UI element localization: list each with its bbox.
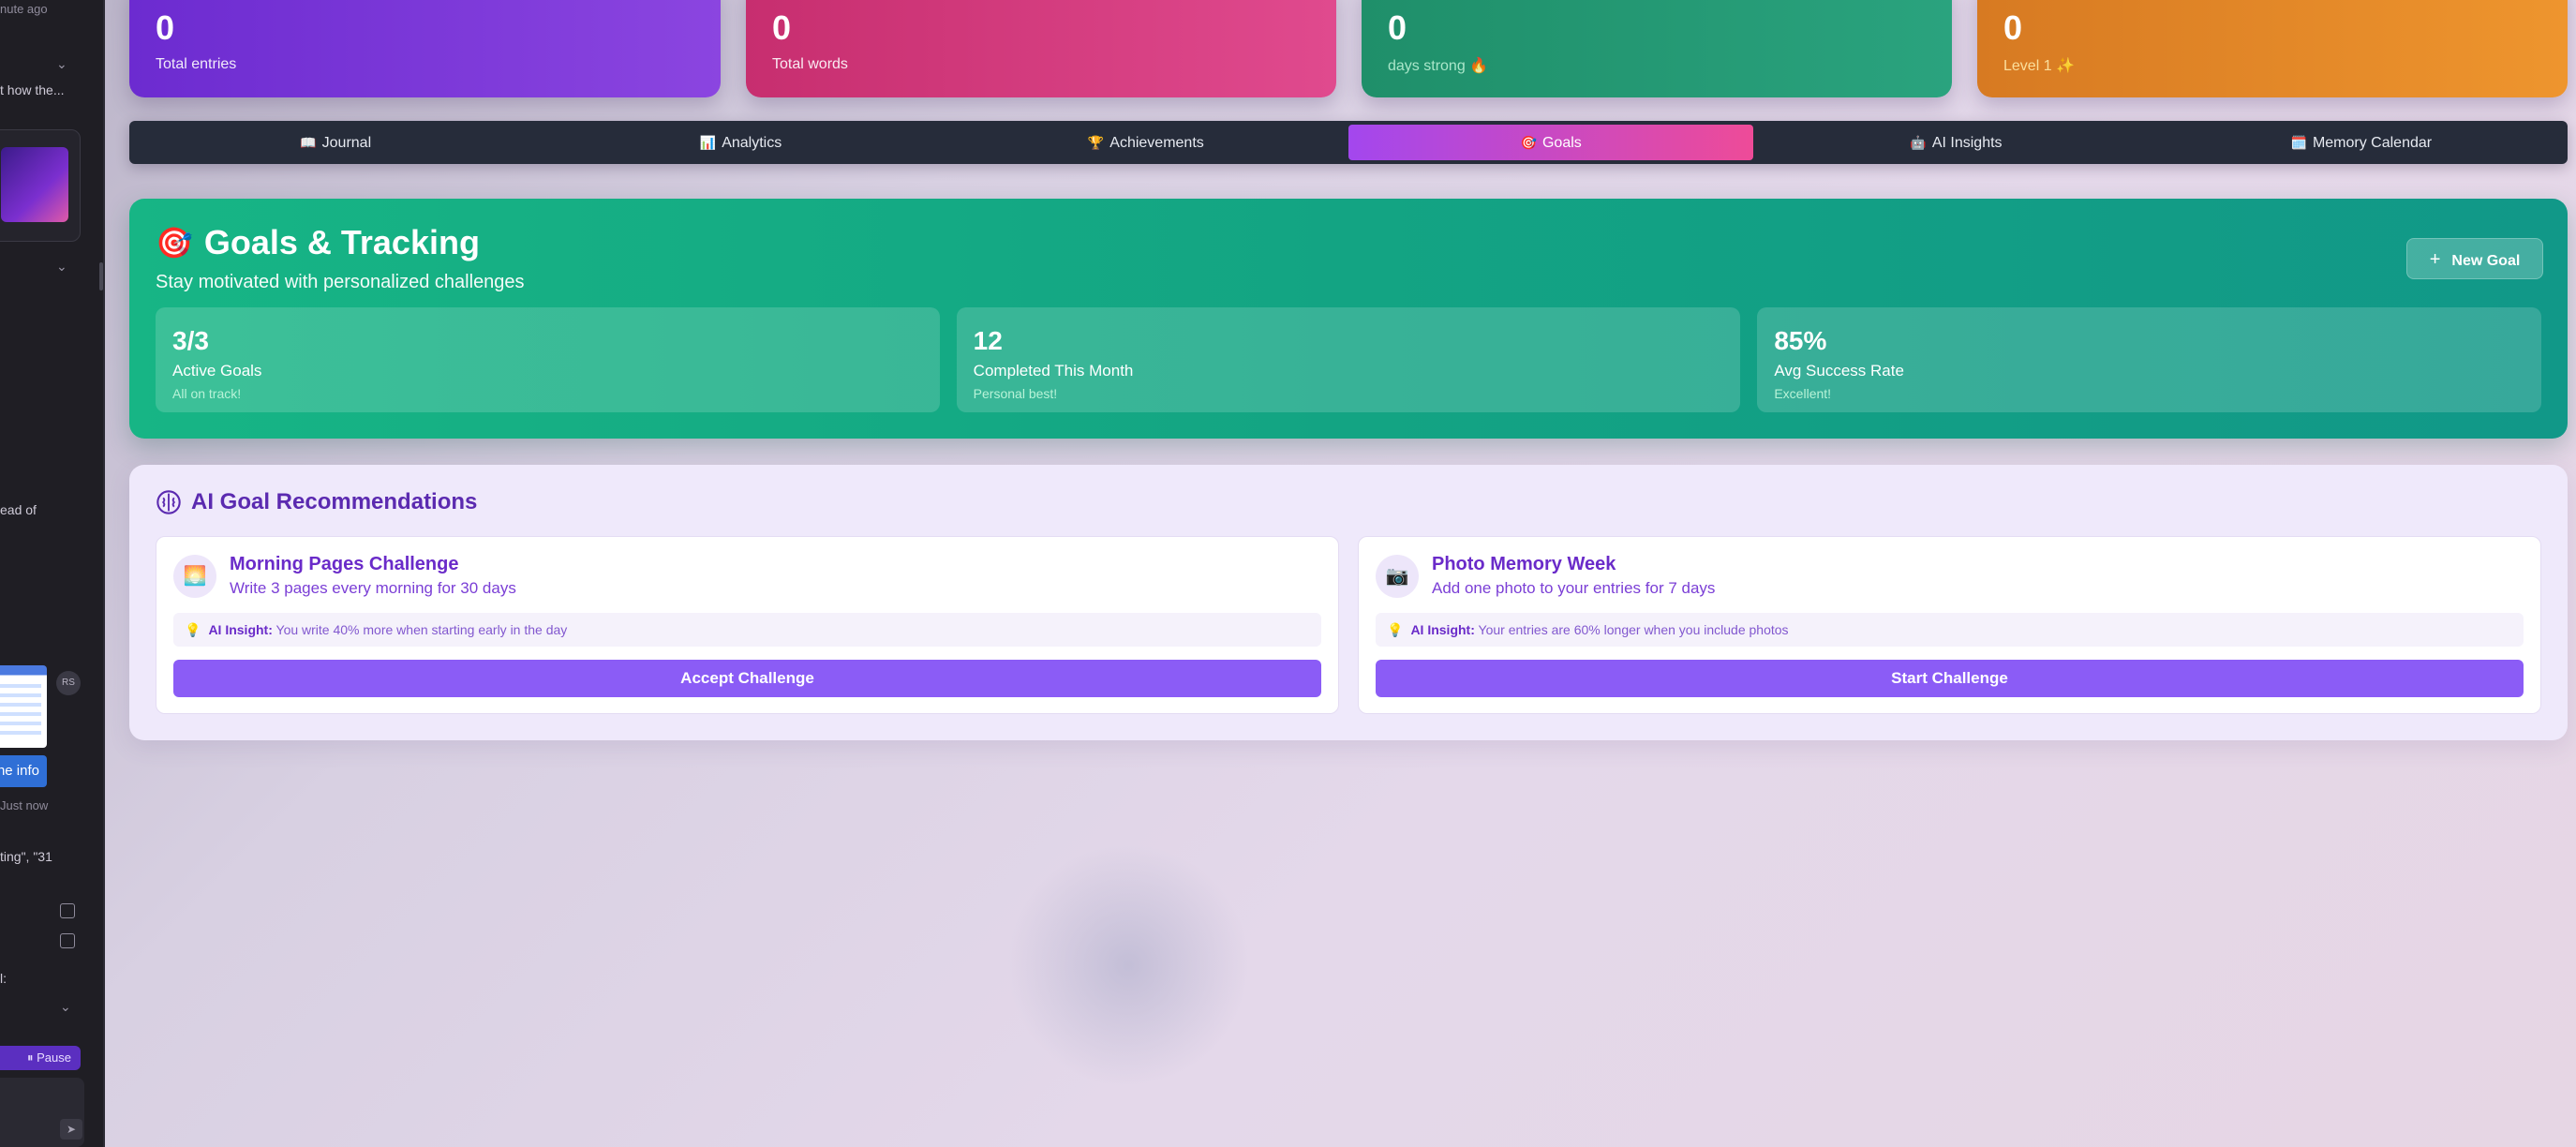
- start-challenge-button[interactable]: Start Challenge: [1376, 660, 2524, 697]
- goal-stat-value: 85%: [1774, 326, 1827, 355]
- challenge-description: Write 3 pages every morning for 30 days: [230, 579, 516, 597]
- goal-stat-success-rate: 85% Avg Success Rate Excellent!: [1757, 307, 2542, 412]
- goal-stat-label: Avg Success Rate: [1774, 362, 1904, 380]
- timestamp-text: nute ago: [0, 2, 48, 16]
- external-link-icon[interactable]: [60, 933, 75, 948]
- tab-bar: 📖 Journal 📊 Analytics 🏆 Achievements 🎯 Goals…: [129, 121, 2568, 164]
- page-title: 🎯 Goals & Tracking: [156, 223, 2541, 262]
- section-title-text: AI Goal Recommendations: [191, 489, 478, 514]
- goal-stat-label: Active Goals: [172, 362, 262, 380]
- external-link-icon[interactable]: [60, 903, 75, 918]
- chevron-down-icon[interactable]: ⌄: [56, 56, 67, 72]
- insight-label: AI Insight:: [1410, 622, 1475, 637]
- tab-memory-calendar[interactable]: 🗓️ Memory Calendar: [2159, 125, 2564, 160]
- goal-stat-label: Completed This Month: [973, 362, 1134, 380]
- camera-icon: 📷: [1376, 554, 1419, 598]
- recommendation-list: 🌅 Morning Pages Challenge Write 3 pages …: [156, 536, 2541, 714]
- challenge-name: Morning Pages Challenge: [230, 554, 459, 574]
- ai-insight: 💡 AI Insight: Your entries are 60% longer…: [1376, 613, 2524, 647]
- goal-stat-value: 3/3: [172, 326, 209, 355]
- message-snippet: ting", "31: [0, 849, 52, 864]
- avatar: RS: [56, 671, 81, 695]
- new-goal-button[interactable]: + New Goal: [2406, 238, 2543, 279]
- goal-stat-note: Excellent!: [1774, 386, 1832, 401]
- scrollbar-thumb[interactable]: [99, 262, 103, 290]
- tab-label: AI Insights: [1931, 135, 2003, 151]
- calendar-icon: 🗓️: [2290, 135, 2307, 150]
- stat-label: Total words: [772, 56, 848, 72]
- stat-value: 0: [772, 8, 792, 47]
- stat-card-entries: 0 Total entries: [129, 0, 721, 97]
- trophy-icon: 🏆: [1087, 135, 1105, 150]
- goals-panel: 🎯 Goals & Tracking Stay motivated with p…: [129, 199, 2568, 439]
- recommendation-card: 📷 Photo Memory Week Add one photo to you…: [1358, 536, 2541, 714]
- page-subtitle: Stay motivated with personalized challen…: [156, 272, 525, 292]
- send-icon[interactable]: ➤: [60, 1119, 82, 1140]
- left-chat-panel: nute ago ⌄ t how the... ⌄ ead of RS ne i…: [0, 0, 105, 1147]
- new-goal-label: New Goal: [2451, 253, 2521, 269]
- robot-icon: 🤖: [1910, 135, 1927, 150]
- background-glow: [1006, 843, 1250, 1087]
- stat-value: 0: [2003, 8, 2023, 47]
- attachment-card[interactable]: [0, 129, 81, 242]
- stat-card-streak: 0 days strong 🔥: [1362, 0, 1952, 97]
- target-icon: 🎯: [1520, 135, 1537, 150]
- chevron-down-icon[interactable]: ⌄: [60, 999, 71, 1015]
- message-snippet: t how the...: [0, 82, 65, 97]
- stat-value: 0: [156, 8, 175, 47]
- bar-chart-icon: 📊: [699, 135, 717, 150]
- tab-label: Analytics: [722, 135, 782, 151]
- section-title: AI Goal Recommendations: [156, 489, 2541, 515]
- chevron-down-icon[interactable]: ⌄: [56, 259, 67, 275]
- book-icon: 📖: [300, 135, 317, 150]
- tab-label: Goals: [1541, 135, 1582, 151]
- lightbulb-icon: 💡: [1387, 622, 1404, 637]
- tab-analytics[interactable]: 📊 Analytics: [538, 125, 943, 160]
- target-icon: 🎯: [156, 226, 193, 260]
- tab-label: Journal: [321, 135, 372, 151]
- goal-stats: 3/3 Active Goals All on track! 12 Comple…: [156, 307, 2542, 412]
- timestamp-text: Just now: [0, 798, 49, 812]
- recommendation-card: 🌅 Morning Pages Challenge Write 3 pages …: [156, 536, 1339, 714]
- goal-stat-note: All on track!: [172, 386, 242, 401]
- tab-label: Achievements: [1109, 135, 1204, 151]
- goal-stat-note: Personal best!: [973, 386, 1058, 401]
- attachment-thumbnail: [1, 147, 68, 222]
- ai-recommendations-panel: AI Goal Recommendations 🌅 Morning Pages …: [129, 465, 2568, 740]
- goal-stat-completed: 12 Completed This Month Personal best!: [956, 307, 1741, 412]
- tab-achievements[interactable]: 🏆 Achievements: [944, 125, 1348, 160]
- goal-stat-active: 3/3 Active Goals All on track!: [156, 307, 940, 412]
- sunrise-icon: 🌅: [173, 554, 216, 598]
- stat-card-words: 0 Total words: [746, 0, 1336, 97]
- brain-icon: [156, 490, 181, 514]
- message-snippet: ead of: [0, 502, 37, 517]
- pause-button[interactable]: ⏸ Pause: [0, 1046, 81, 1070]
- page-title-text: Goals & Tracking: [203, 223, 480, 261]
- tab-journal[interactable]: 📖 Journal: [133, 125, 538, 160]
- insight-text: Your entries are 60% longer when you inc…: [1478, 622, 1789, 637]
- challenge-description: Add one photo to your entries for 7 days: [1432, 579, 1716, 597]
- stat-card-level: 0 Level 1 ✨: [1977, 0, 2568, 97]
- insight-text: You write 40% more when starting early i…: [275, 622, 568, 637]
- plus-icon: +: [2429, 249, 2441, 270]
- main-content: 0 Total entries 0 Total words 0 days str…: [107, 0, 2576, 1147]
- accept-challenge-button[interactable]: Accept Challenge: [173, 660, 1321, 697]
- lightbulb-icon: 💡: [185, 622, 201, 637]
- tab-label: Memory Calendar: [2312, 135, 2433, 151]
- challenge-name: Photo Memory Week: [1432, 554, 1616, 574]
- tab-ai-insights[interactable]: 🤖 AI Insights: [1753, 125, 2158, 160]
- message-snippet: l:: [0, 971, 7, 986]
- stat-label: Level 1 ✨: [2003, 58, 2075, 74]
- ai-insight: 💡 AI Insight: You write 40% more when sta…: [173, 613, 1321, 647]
- insight-label: AI Insight:: [208, 622, 273, 637]
- stat-label: days strong 🔥: [1388, 58, 1489, 74]
- tab-goals[interactable]: 🎯 Goals: [1348, 125, 1754, 160]
- stat-label: Total entries: [156, 56, 237, 72]
- stat-value: 0: [1388, 8, 1407, 47]
- goal-stat-value: 12: [973, 326, 1003, 355]
- info-button[interactable]: ne info: [0, 755, 47, 787]
- screenshot-thumbnail[interactable]: [0, 665, 47, 748]
